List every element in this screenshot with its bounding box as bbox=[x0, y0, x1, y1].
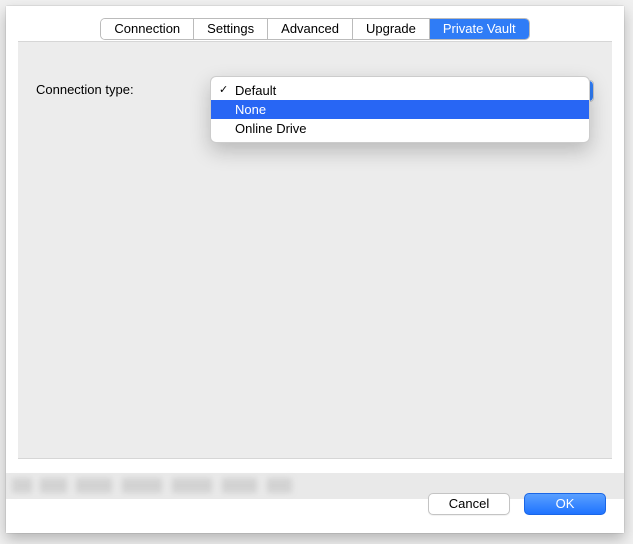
tab-upgrade[interactable]: Upgrade bbox=[353, 19, 430, 39]
tab-advanced[interactable]: Advanced bbox=[268, 19, 353, 39]
cancel-button[interactable]: Cancel bbox=[428, 493, 510, 515]
dropdown-menu: ✓ Default None Online Drive bbox=[210, 76, 590, 143]
dropdown-option-default[interactable]: ✓ Default bbox=[211, 81, 589, 100]
dropdown-option-label: Default bbox=[235, 83, 276, 98]
connection-type-row: Connection type: ✓ Default None bbox=[36, 80, 594, 102]
tab-connection[interactable]: Connection bbox=[101, 19, 194, 39]
dialog-buttons: Cancel OK bbox=[428, 493, 606, 515]
tabbar-container: Connection Settings Advanced Upgrade Pri… bbox=[6, 6, 624, 40]
dropdown-option-none[interactable]: None bbox=[211, 100, 589, 119]
connection-type-dropdown[interactable]: ✓ Default None Online Drive bbox=[212, 80, 594, 102]
dropdown-option-label: None bbox=[235, 102, 266, 117]
dropdown-option-label: Online Drive bbox=[235, 121, 307, 136]
tabbar: Connection Settings Advanced Upgrade Pri… bbox=[100, 18, 529, 40]
preferences-window: Connection Settings Advanced Upgrade Pri… bbox=[6, 6, 624, 533]
checkmark-icon: ✓ bbox=[219, 81, 228, 100]
bottom-bar: Cancel OK bbox=[6, 471, 624, 533]
content-outer: Connection type: ✓ Default None bbox=[6, 40, 624, 471]
ok-button[interactable]: OK bbox=[524, 493, 606, 515]
dropdown-option-online-drive[interactable]: Online Drive bbox=[211, 119, 589, 138]
connection-type-label: Connection type: bbox=[36, 80, 212, 97]
tab-settings[interactable]: Settings bbox=[194, 19, 268, 39]
tab-private-vault[interactable]: Private Vault bbox=[430, 19, 529, 39]
content-panel: Connection type: ✓ Default None bbox=[18, 41, 612, 459]
